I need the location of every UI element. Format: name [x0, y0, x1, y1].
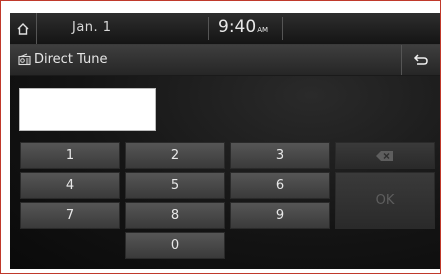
back-button[interactable]	[401, 45, 440, 75]
key-6[interactable]: 6	[230, 172, 330, 199]
title-bar: Direct Tune	[10, 45, 440, 76]
home-icon	[17, 22, 29, 35]
key-0[interactable]: 0	[125, 232, 225, 259]
ok-button[interactable]: OK	[335, 172, 435, 229]
status-divider	[282, 17, 283, 40]
status-divider	[208, 17, 209, 40]
key-1[interactable]: 1	[20, 142, 120, 169]
clock-time: 9:40	[218, 17, 257, 37]
key-8[interactable]: 8	[125, 202, 225, 229]
key-3[interactable]: 3	[230, 142, 330, 169]
backspace-icon	[376, 150, 393, 161]
screen-title: Direct Tune	[34, 52, 108, 67]
radio-icon	[18, 53, 31, 66]
status-time: 9:40AM	[218, 17, 268, 37]
status-date: Jan. 1	[72, 20, 112, 35]
home-button[interactable]	[10, 13, 37, 44]
key-5[interactable]: 5	[125, 172, 225, 199]
status-bar: Jan. 1 9:40AM	[10, 13, 440, 45]
key-9[interactable]: 9	[230, 202, 330, 229]
key-4[interactable]: 4	[20, 172, 120, 199]
clock-ampm: AM	[257, 26, 269, 34]
direct-tune-panel: 1 2 3 4 5 6 OK 7 8 9 0	[10, 76, 440, 269]
head-unit-screen: Jan. 1 9:40AM Direct Tune 1 2 3 4 5 6 OK…	[10, 13, 440, 269]
frequency-input-field[interactable]	[19, 88, 156, 131]
device-frame: Jan. 1 9:40AM Direct Tune 1 2 3 4 5 6 OK…	[0, 0, 441, 274]
key-2[interactable]: 2	[125, 142, 225, 169]
back-arrow-icon	[413, 54, 428, 65]
key-7[interactable]: 7	[20, 202, 120, 229]
backspace-button[interactable]	[335, 142, 435, 169]
